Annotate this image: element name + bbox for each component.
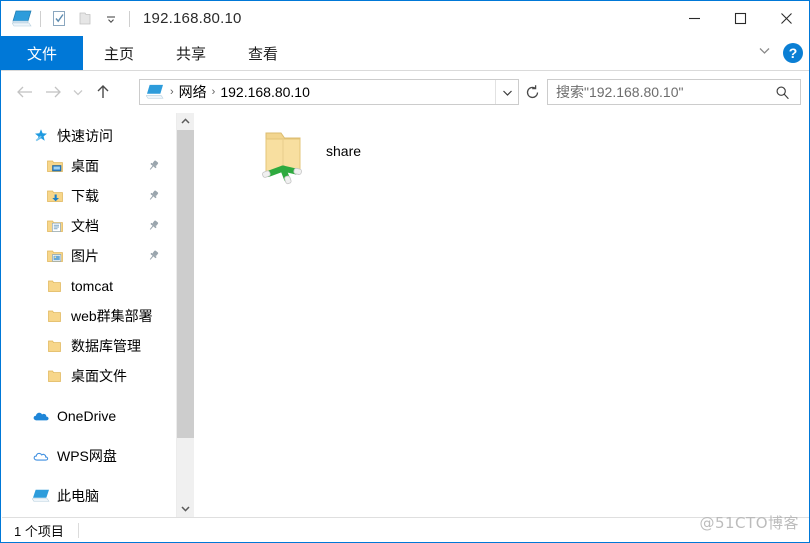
navigation-pane: 快速访问 桌面 下载 文档 图片 tomcat web群集部署 数据库管理 桌面… xyxy=(2,113,176,517)
maximize-button[interactable] xyxy=(717,1,763,36)
search-placeholder: 搜索"192.168.80.10" xyxy=(556,84,684,100)
up-button[interactable] xyxy=(89,77,117,107)
sidebar-item-label: 图片 xyxy=(71,248,99,264)
file-item-share[interactable]: share xyxy=(250,121,435,191)
pictures-folder-icon xyxy=(46,247,64,265)
documents-folder-icon xyxy=(46,217,64,235)
sidebar-item-label: WPS网盘 xyxy=(57,448,117,464)
sidebar-item-label: 此电脑 xyxy=(57,488,99,504)
onedrive-cloud-icon xyxy=(32,407,50,425)
pc-icon xyxy=(32,487,50,505)
title-bar: 192.168.80.10 xyxy=(1,1,809,36)
sidebar-item-label: 文档 xyxy=(71,218,99,234)
item-count-label: 1 个项目 xyxy=(14,524,64,539)
sidebar-item-onedrive[interactable]: OneDrive xyxy=(2,401,176,431)
forward-button[interactable] xyxy=(39,77,67,107)
sidebar-item-label: web群集部署 xyxy=(71,308,153,324)
scroll-up-button[interactable] xyxy=(177,113,194,130)
window-controls xyxy=(671,1,809,36)
sidebar-item-label: 数据库管理 xyxy=(71,338,141,354)
pin-icon[interactable] xyxy=(147,219,160,237)
ribbon-tabs: 文件 主页 共享 查看 xyxy=(1,36,809,70)
expand-ribbon-icon[interactable] xyxy=(756,42,773,64)
customize-dropdown-icon[interactable] xyxy=(98,6,124,32)
ribbon-right-controls: ? xyxy=(756,36,803,70)
search-icon[interactable] xyxy=(775,85,790,100)
sidebar-item-this-pc[interactable]: 此电脑 xyxy=(2,481,176,511)
sidebar-item-tomcat[interactable]: tomcat xyxy=(2,271,176,301)
breadcrumb-separator: › xyxy=(170,86,174,98)
pin-icon[interactable] xyxy=(147,189,160,207)
folder-icon xyxy=(46,337,64,355)
breadcrumb-separator: › xyxy=(211,86,216,98)
pc-icon[interactable] xyxy=(9,6,35,32)
downloads-folder-icon xyxy=(46,187,64,205)
refresh-button[interactable] xyxy=(521,79,543,105)
folder-icon xyxy=(46,277,64,295)
sidebar-item-quick-access[interactable]: 快速访问 xyxy=(2,121,176,151)
address-dropdown-icon[interactable] xyxy=(495,80,518,104)
folder-icon xyxy=(46,307,64,325)
sidebar-item-wps-cloud[interactable]: WPS网盘 xyxy=(2,441,176,471)
star-pin-icon xyxy=(32,127,50,145)
desktop-folder-icon xyxy=(46,157,64,175)
sidebar-item-label: 桌面文件 xyxy=(71,368,127,384)
network-pc-icon xyxy=(145,84,165,100)
minimize-button[interactable] xyxy=(671,1,717,36)
pin-icon[interactable] xyxy=(147,249,160,267)
sidebar-item-label: 快速访问 xyxy=(57,128,113,144)
sidebar-item-label: tomcat xyxy=(71,278,114,294)
file-explorer-window: 192.168.80.10 文件 主页 共享 查看 ? › 网络 › 192.1… xyxy=(0,0,810,543)
tab-view[interactable]: 查看 xyxy=(227,36,299,70)
sidebar-item-desktop[interactable]: 桌面 xyxy=(2,151,176,181)
breadcrumb-host[interactable]: 192.168.80.10 xyxy=(220,84,310,100)
file-list-pane[interactable]: share xyxy=(194,113,809,517)
sidebar-scrollbar[interactable] xyxy=(176,113,194,517)
tab-home[interactable]: 主页 xyxy=(83,36,155,70)
scroll-down-button[interactable] xyxy=(177,500,194,517)
file-name-label: share xyxy=(326,143,362,159)
sidebar-item-downloads[interactable]: 下载 xyxy=(2,181,176,211)
scrollbar-thumb[interactable] xyxy=(177,130,194,438)
status-bar: 1 个项目 xyxy=(2,517,809,542)
properties-icon[interactable] xyxy=(46,6,72,32)
quick-access-toolbar: 192.168.80.10 xyxy=(1,1,242,36)
status-divider xyxy=(77,523,79,538)
address-bar[interactable]: › 网络 › 192.168.80.10 xyxy=(139,79,519,105)
shared-folder-icon xyxy=(250,121,316,187)
ribbon-tab-bar: 文件 主页 共享 查看 ? xyxy=(1,36,809,71)
sidebar-item-database-admin[interactable]: 数据库管理 xyxy=(2,331,176,361)
close-button[interactable] xyxy=(763,1,809,36)
sidebar-item-label: 下载 xyxy=(71,188,99,204)
watermark-label: @51CTO博客 xyxy=(699,514,799,532)
tab-share[interactable]: 共享 xyxy=(155,36,227,70)
wps-cloud-icon xyxy=(32,447,50,465)
explorer-body: 快速访问 桌面 下载 文档 图片 tomcat web群集部署 数据库管理 桌面… xyxy=(1,113,809,517)
sidebar-item-pictures[interactable]: 图片 xyxy=(2,241,176,271)
sidebar-item-documents[interactable]: 文档 xyxy=(2,211,176,241)
tab-file[interactable]: 文件 xyxy=(1,36,83,70)
window-title: 192.168.80.10 xyxy=(143,10,242,27)
title-separator xyxy=(129,10,130,27)
help-button[interactable]: ? xyxy=(783,43,803,63)
toolbar-separator xyxy=(40,10,41,27)
pin-icon[interactable] xyxy=(147,159,160,177)
folder-icon xyxy=(46,367,64,385)
sidebar-item-label: 桌面 xyxy=(71,158,99,174)
recent-locations-button[interactable] xyxy=(67,77,89,107)
back-button[interactable] xyxy=(11,77,39,107)
sidebar-item-desktop-files[interactable]: 桌面文件 xyxy=(2,361,176,391)
new-folder-icon[interactable] xyxy=(72,6,98,32)
sidebar-item-web-cluster[interactable]: web群集部署 xyxy=(2,301,176,331)
breadcrumb-network[interactable]: 网络 xyxy=(179,82,207,102)
sidebar-item-label: OneDrive xyxy=(57,408,117,424)
search-input[interactable]: 搜索"192.168.80.10" xyxy=(547,79,801,105)
